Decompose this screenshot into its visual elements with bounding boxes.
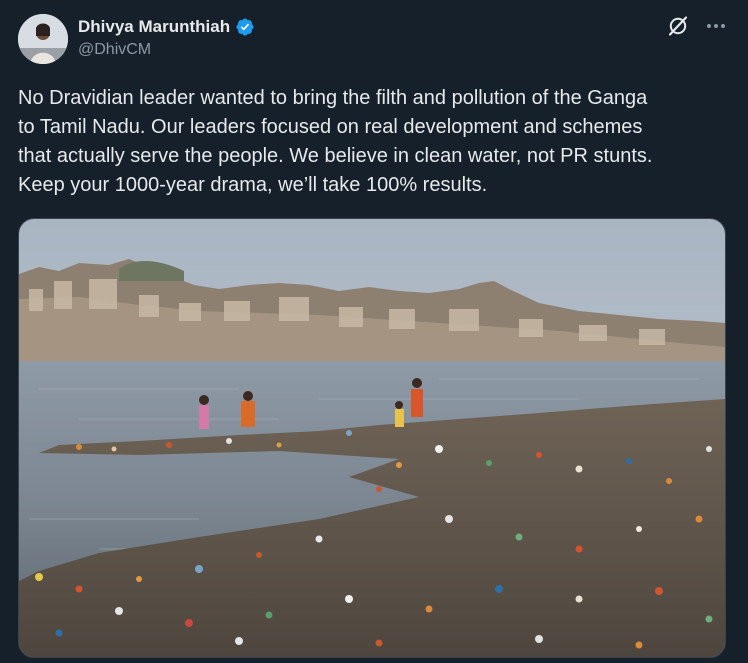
tweet-card: Dhivya Marunthiah @DhivCM No Dravidian l…	[0, 0, 748, 663]
author-avatar[interactable]	[18, 14, 68, 64]
ganga-river-photo	[19, 219, 725, 657]
tweet-photo[interactable]	[18, 218, 726, 658]
grok-icon[interactable]	[666, 14, 690, 38]
author-name-row: Dhivya Marunthiah	[78, 16, 255, 38]
user-avatar-icon	[18, 14, 68, 64]
author-display-name[interactable]: Dhivya Marunthiah	[78, 17, 230, 37]
tweet-top-actions	[666, 14, 728, 38]
tweet-text: No Dravidian leader wanted to bring the …	[18, 87, 653, 196]
more-icon[interactable]	[704, 14, 728, 38]
verified-badge-icon	[236, 18, 254, 36]
author-handle[interactable]: @DhivCM	[78, 41, 151, 59]
